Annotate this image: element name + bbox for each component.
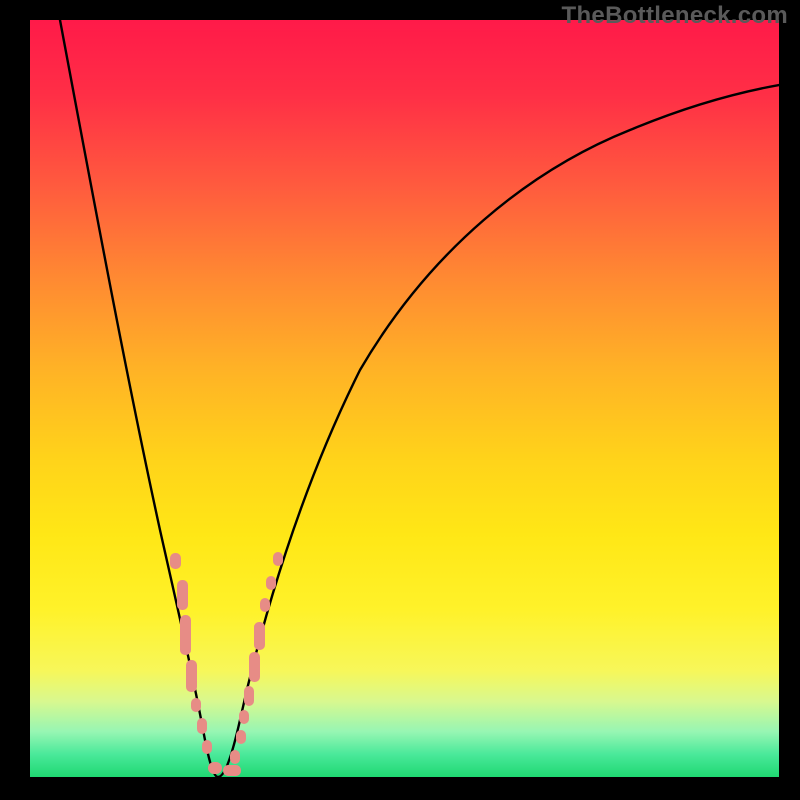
watermark-text: TheBottleneck.com (562, 2, 788, 30)
bottleneck-curve-svg (30, 20, 779, 777)
chart-plot-area (30, 20, 779, 777)
bottleneck-curve-path (60, 20, 779, 777)
benchmark-markers (170, 552, 283, 776)
